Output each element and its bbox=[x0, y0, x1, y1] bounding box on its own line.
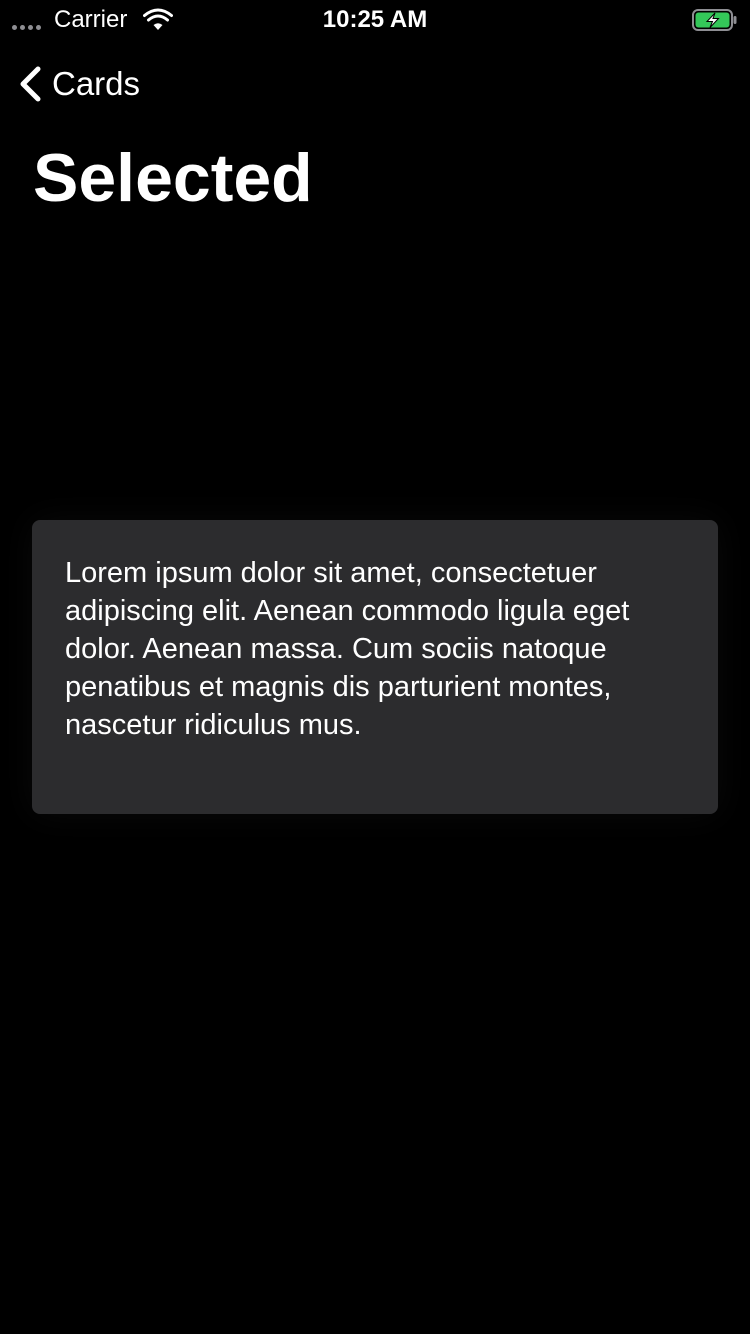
selected-card[interactable]: Lorem ipsum dolor sit amet, consectetuer… bbox=[32, 520, 718, 814]
battery-charging-icon bbox=[692, 9, 737, 31]
back-button[interactable]: Cards bbox=[16, 62, 140, 106]
page-title: Selected bbox=[33, 140, 313, 216]
status-bar: Carrier 10:25 AM bbox=[0, 0, 750, 40]
card-body-text: Lorem ipsum dolor sit amet, consectetuer… bbox=[65, 557, 630, 741]
back-button-label: Cards bbox=[52, 65, 141, 102]
status-time: 10:25 AM bbox=[322, 6, 428, 33]
chevron-left-icon bbox=[20, 66, 41, 102]
